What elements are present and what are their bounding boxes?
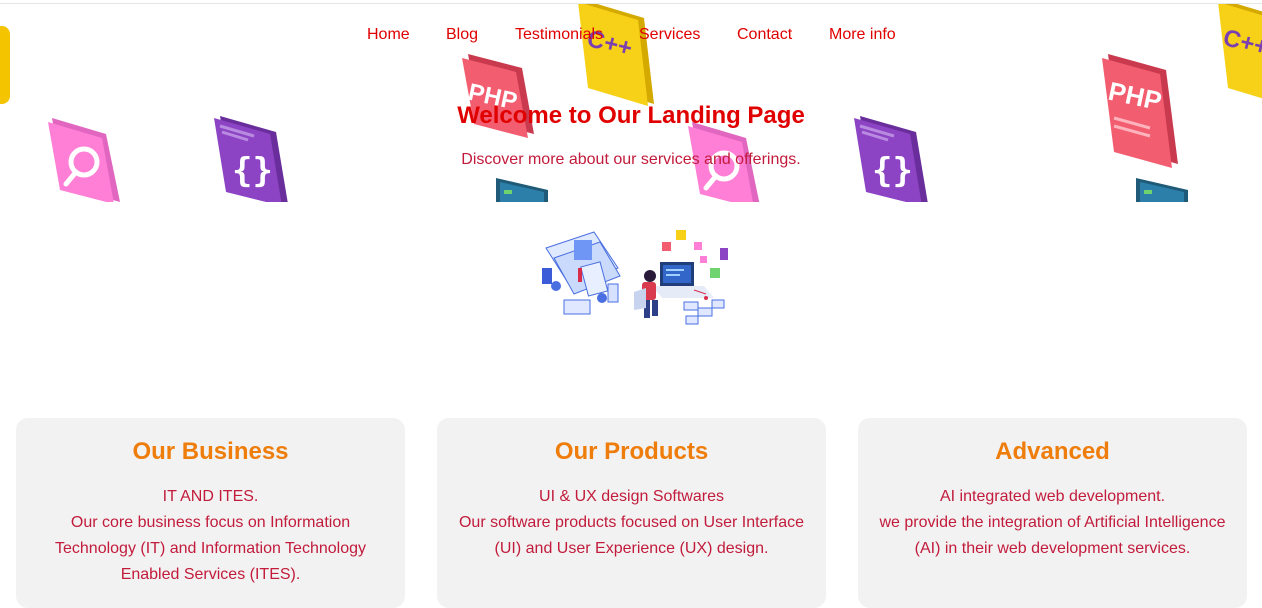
card-line: Enabled Services (ITES). [120, 566, 301, 583]
nav-link-blog[interactable]: Blog [446, 26, 478, 44]
developer-illustration [542, 230, 728, 325]
card-line: (AI) in their web development services. [914, 540, 1191, 557]
monitor-tile-icon [496, 178, 548, 202]
card-title: Our Products [554, 438, 709, 465]
card-title: Advanced [995, 438, 1110, 465]
nav-link-services[interactable]: Services [639, 26, 700, 44]
card-line: we provide the integration of Artificial… [879, 514, 1226, 531]
nav-link-contact[interactable]: Contact [737, 26, 792, 44]
card-body: AI integrated web development. we provid… [858, 484, 1247, 562]
card-line: Technology (IT) and Information Technolo… [55, 540, 366, 557]
card-line: Our software products focused on User In… [458, 514, 805, 531]
card-our-business: Our Business IT AND ITES. Our core busin… [16, 418, 405, 608]
nav-link-testimonials[interactable]: Testimonials [515, 26, 603, 44]
hero-banner: {} PHP C++ {} PHP C++ Home Blog Testimon… [0, 4, 1262, 202]
main-nav: Home Blog Testimonials Services Contact … [0, 26, 1262, 48]
card-body: UI & UX design Softwares Our software pr… [437, 484, 826, 562]
cpp-tile-icon-2: C++ [1218, 4, 1262, 99]
card-body: IT AND ITES. Our core business focus on … [16, 484, 405, 588]
card-line: UI & UX design Softwares [539, 488, 724, 505]
nav-link-more-info[interactable]: More info [829, 26, 896, 44]
card-advanced: Advanced AI integrated web development. … [858, 418, 1247, 608]
monitor-tile-icon-2 [1136, 178, 1188, 202]
documents-illustration-icon [542, 231, 621, 315]
nav-link-home[interactable]: Home [367, 26, 410, 44]
card-line: Our core business focus on Information [70, 514, 351, 531]
card-our-products: Our Products UI & UX design Softwares Ou… [437, 418, 826, 608]
cpp-tile-icon: C++ [578, 4, 654, 106]
hero-title: Welcome to Our Landing Page [457, 102, 805, 129]
card-line: IT AND ITES. [162, 488, 259, 505]
card-line: AI integrated web development. [939, 488, 1166, 505]
card-title: Our Business [132, 438, 289, 465]
developer-at-desk-icon [634, 230, 728, 325]
card-line: (UI) and User Experience (UX) design. [494, 540, 769, 557]
hero-subtitle: Discover more about our services and off… [461, 151, 801, 168]
